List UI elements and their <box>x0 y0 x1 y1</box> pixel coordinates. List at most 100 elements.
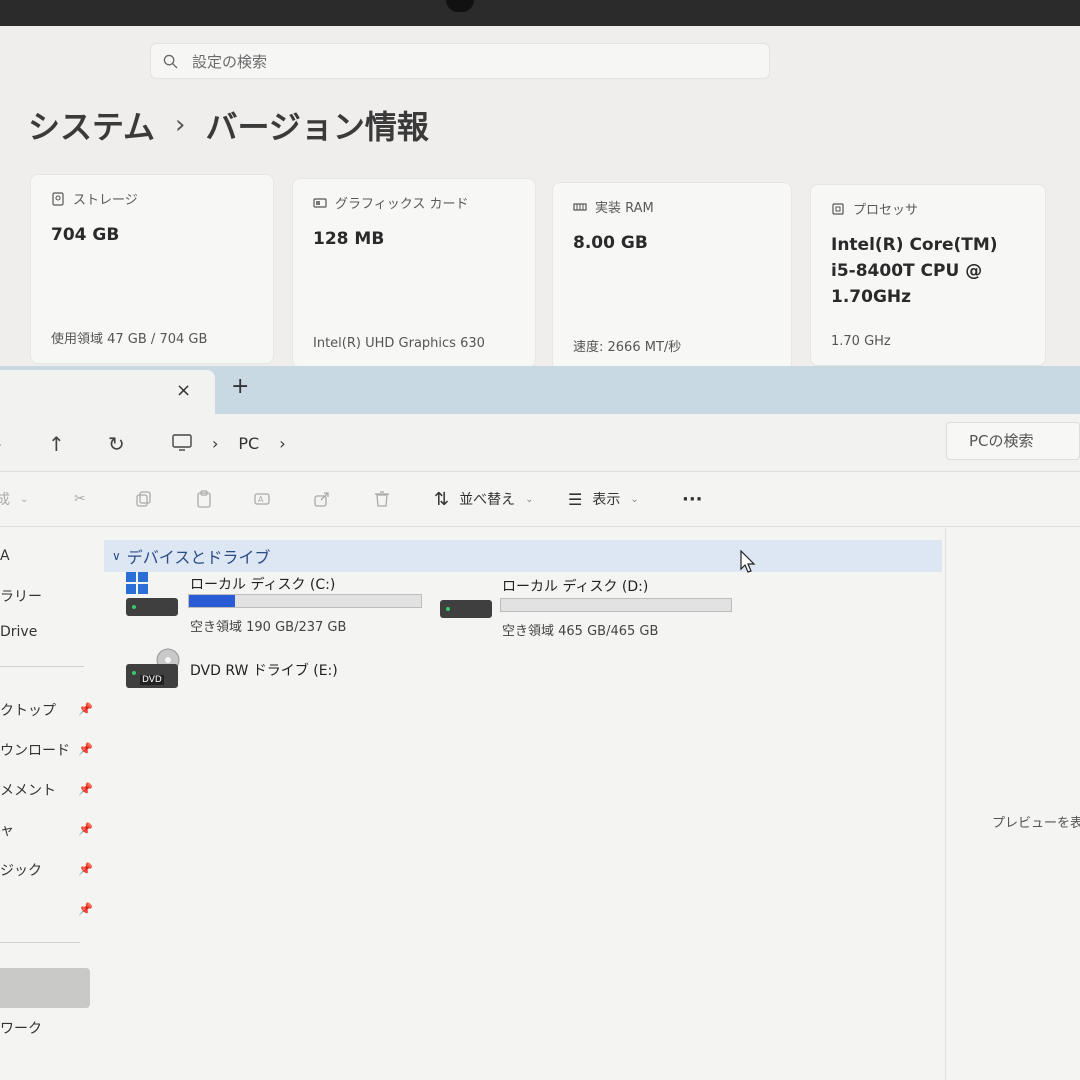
drive-usage-bar <box>500 598 732 612</box>
dvd-drive-icon: DVD <box>126 664 178 688</box>
hard-drive-icon <box>440 600 492 618</box>
storage-value: 704 GB <box>51 225 120 245</box>
pin-icon: 📌 <box>78 822 93 836</box>
more-options-button[interactable]: ··· <box>682 487 703 511</box>
group-header-devices[interactable]: ∨ デバイスとドライブ <box>104 540 942 572</box>
monitor-bezel <box>0 0 1080 26</box>
drive-name: ローカル ディスク (D:) <box>502 579 649 595</box>
ram-icon <box>573 202 587 211</box>
file-list-area: ∨ デバイスとドライブ ローカル ディスク (C:) 空き領域 190 GB/2… <box>100 528 945 1080</box>
copy-icon[interactable] <box>134 487 154 511</box>
chevron-right-icon[interactable]: › <box>279 434 285 453</box>
mouse-cursor-icon <box>740 550 756 573</box>
processor-detail: 1.70 GHz <box>831 334 891 349</box>
chevron-down-icon: ⌄ <box>630 493 639 505</box>
navigation-bar: › ↑ ↻ › PC › PCの検索 <box>0 414 1080 472</box>
file-explorer-window: × + › ↑ ↻ › PC › PCの検索 成⌄ ✂ A <box>0 366 1080 1080</box>
cut-icon[interactable]: ✂ <box>74 487 86 511</box>
storage-detail: 使用領域 47 GB / 704 GB <box>51 332 208 347</box>
drive-name: DVD RW ドライブ (E:) <box>190 663 338 679</box>
view-icon: ☰ <box>568 489 583 509</box>
sidebar-divider <box>0 942 80 943</box>
processor-card[interactable]: プロセッサ Intel(R) Core(TM) i5-8400T CPU @ 1… <box>810 184 1046 366</box>
graphics-detail: Intel(R) UHD Graphics 630 <box>313 336 485 351</box>
sidebar-item-music[interactable]: ジック <box>0 860 42 880</box>
chevron-right-icon: › <box>175 110 186 140</box>
processor-value-line: i5-8400T CPU @ <box>831 261 983 281</box>
group-header-label: デバイスとドライブ <box>126 548 271 567</box>
rename-icon[interactable]: A <box>252 487 272 511</box>
drive-e[interactable]: DVD DVD RW ドライブ (E:) <box>126 648 386 708</box>
sidebar-item-gallery[interactable]: ラリー <box>0 586 42 606</box>
drive-d[interactable]: ローカル ディスク (D:) 空き領域 465 GB/465 GB <box>440 576 740 639</box>
tab-bar: × + <box>0 366 1080 414</box>
up-arrow-icon[interactable]: ↑ <box>48 432 65 456</box>
pin-icon: 📌 <box>78 742 93 756</box>
sort-icon: ⇅ <box>434 488 450 510</box>
command-bar: 成 ⌄ ✂ A ⇅ 並べ替え ⌄ ☰ 表示 ⌄ ··· <box>0 473 1080 527</box>
ram-detail: 速度: 2666 MT/秒 <box>573 340 682 355</box>
breadcrumb-system[interactable]: システム <box>28 102 155 148</box>
pin-icon: 📌 <box>78 782 93 796</box>
tab-pc[interactable]: × <box>0 370 215 414</box>
search-icon <box>163 54 178 69</box>
close-tab-icon[interactable]: × <box>176 380 191 401</box>
drive-name: ローカル ディスク (C:) <box>190 577 336 593</box>
graphics-card[interactable]: グラフィックス カード 128 MB Intel(R) UHD Graphics… <box>292 178 536 368</box>
processor-icon <box>832 202 844 215</box>
new-tab-button[interactable]: + <box>231 374 249 399</box>
new-button[interactable]: 成 ⌄ <box>0 487 28 511</box>
sidebar-divider <box>0 666 84 667</box>
webcam <box>446 0 474 12</box>
svg-text:A: A <box>258 495 264 504</box>
processor-value-line: 1.70GHz <box>831 287 912 307</box>
windows-logo-icon <box>126 572 148 594</box>
storage-card[interactable]: ストレージ 704 GB 使用領域 47 GB / 704 GB <box>30 174 274 364</box>
sidebar-item-desktop[interactable]: クトップ <box>0 700 56 720</box>
sidebar-item-onedrive[interactable]: Drive <box>0 624 37 640</box>
settings-search-placeholder: 設定の検索 <box>192 52 268 71</box>
drive-usage-bar <box>188 594 422 608</box>
drive-c[interactable]: ローカル ディスク (C:) 空き領域 190 GB/237 GB <box>126 572 426 635</box>
view-label: 表示 <box>592 492 621 508</box>
processor-label: プロセッサ <box>853 203 919 218</box>
ram-label: 実装 RAM <box>595 201 654 216</box>
sidebar-item-downloads[interactable]: ウンロード <box>0 740 70 760</box>
drive-free-space: 空き領域 465 GB/465 GB <box>502 624 659 639</box>
settings-search-input[interactable]: 設定の検索 <box>150 43 770 79</box>
storage-icon <box>52 191 64 206</box>
settings-window: 設定の検索 システム › バージョン情報 ストレージ 704 GB 使用領域 4… <box>0 26 1080 372</box>
address-segment-pc[interactable]: PC <box>238 434 259 453</box>
preview-pane: プレビューを表示 <box>945 528 1080 1080</box>
sidebar-item-this-pc-selected[interactable] <box>0 968 90 1008</box>
address-bar[interactable]: › PC › <box>172 426 286 460</box>
monitor-icon <box>172 434 192 451</box>
ram-value: 8.00 GB <box>573 233 648 253</box>
delete-icon[interactable] <box>372 487 392 511</box>
breadcrumb: システム › バージョン情報 <box>28 102 429 148</box>
storage-label: ストレージ <box>73 193 138 208</box>
sort-button[interactable]: ⇅ 並べ替え ⌄ <box>434 487 533 511</box>
refresh-icon[interactable]: ↻ <box>108 432 125 456</box>
processor-value-line: Intel(R) Core(TM) <box>831 235 998 255</box>
paste-icon[interactable] <box>194 487 214 511</box>
chevron-down-icon: ⌄ <box>20 493 29 505</box>
forward-arrow-icon[interactable]: › <box>0 432 2 456</box>
graphics-label: グラフィックス カード <box>335 197 469 212</box>
explorer-search-input[interactable]: PCの検索 <box>946 422 1080 460</box>
sidebar-item-network[interactable]: ワーク <box>0 1018 42 1038</box>
graphics-card-icon <box>313 197 327 208</box>
share-icon[interactable] <box>312 487 332 511</box>
ram-card[interactable]: 実装 RAM 8.00 GB 速度: 2666 MT/秒 <box>552 182 792 372</box>
pin-icon: 📌 <box>78 902 93 916</box>
sidebar-item-pictures[interactable]: ャ <box>0 820 14 840</box>
chevron-down-icon: ∨ <box>112 549 121 563</box>
sort-label: 並べ替え <box>459 492 516 508</box>
graphics-value: 128 MB <box>313 229 385 249</box>
new-label: 成 <box>0 492 10 508</box>
chevron-down-icon: ⌄ <box>525 493 534 505</box>
sidebar-item-documents[interactable]: メメント <box>0 780 56 800</box>
chevron-right-icon[interactable]: › <box>212 434 218 453</box>
view-button[interactable]: ☰ 表示 ⌄ <box>568 487 639 511</box>
sidebar-item[interactable]: A <box>0 548 10 564</box>
